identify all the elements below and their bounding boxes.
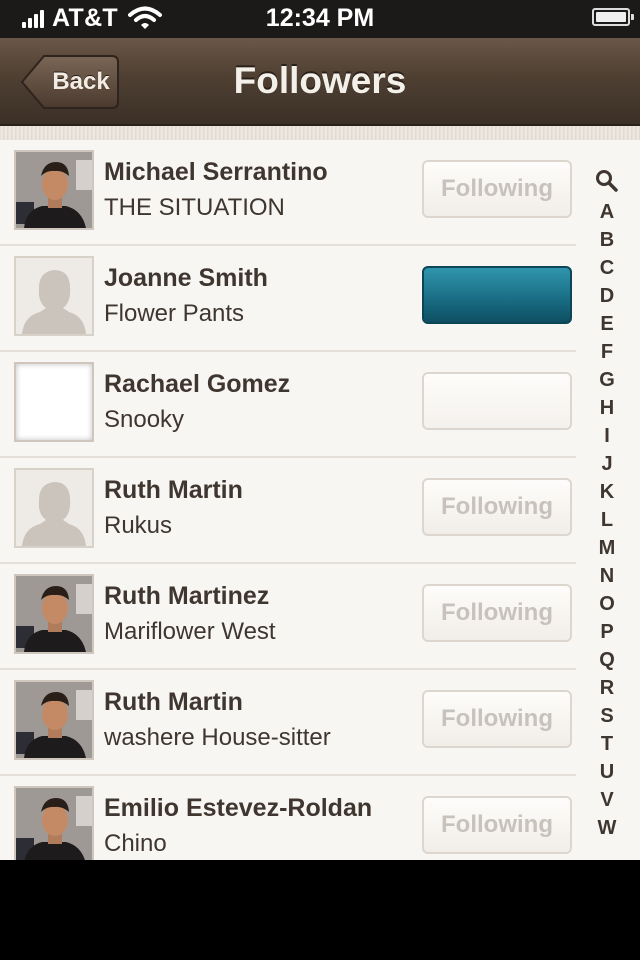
follower-name: Ruth Martin xyxy=(104,476,243,504)
avatar-photo xyxy=(14,574,94,654)
follower-row[interactable]: Ruth Martinez Mariflower West Following xyxy=(0,564,576,670)
index-letter[interactable]: F xyxy=(586,338,628,366)
follower-subtitle: Chino xyxy=(104,830,167,857)
follow-button[interactable] xyxy=(422,372,572,430)
followers-content: Michael Serrantino THE SITUATION Following… xyxy=(0,140,640,860)
follower-name: Emilio Estevez-Roldan xyxy=(104,794,373,822)
avatar-photo xyxy=(14,680,94,760)
following-button[interactable]: Following xyxy=(422,796,572,854)
follower-row[interactable]: Emilio Estevez-Roldan Chino Following xyxy=(0,776,576,860)
avatar-placeholder-icon xyxy=(14,468,94,548)
index-letter[interactable]: H xyxy=(586,394,628,422)
index-letter[interactable]: U xyxy=(586,758,628,786)
following-button[interactable]: Following xyxy=(422,478,572,536)
index-letter[interactable]: B xyxy=(586,226,628,254)
follower-subtitle: THE SITUATION xyxy=(104,194,285,221)
index-letter[interactable]: I xyxy=(586,422,628,450)
status-time: 12:34 PM xyxy=(265,4,375,32)
index-letter[interactable]: N xyxy=(586,562,628,590)
index-letter[interactable]: J xyxy=(586,450,628,478)
follower-row[interactable]: Ruth Martin washere House-sitter Following xyxy=(0,670,576,776)
status-bar: AT&T 12:34 PM xyxy=(0,0,640,38)
following-button[interactable]: Following xyxy=(422,584,572,642)
battery-icon xyxy=(592,8,634,26)
page-title: Followers xyxy=(233,60,407,101)
following-button[interactable]: Following xyxy=(422,690,572,748)
follower-row[interactable]: Ruth Martin Rukus Following xyxy=(0,458,576,564)
follow-button[interactable] xyxy=(422,266,572,324)
follower-subtitle: Flower Pants xyxy=(104,300,245,327)
follower-name: Michael Serrantino xyxy=(104,158,328,186)
avatar-photo xyxy=(14,786,94,860)
index-letter[interactable]: L xyxy=(586,506,628,534)
follower-name: Joanne Smith xyxy=(104,264,268,292)
index-letter[interactable]: Q xyxy=(586,646,628,674)
avatar-placeholder-icon xyxy=(14,256,94,336)
follower-name: Ruth Martin xyxy=(104,688,243,716)
header-fabric-divider xyxy=(0,126,640,141)
index-letter[interactable]: G xyxy=(586,366,628,394)
index-letter[interactable]: A xyxy=(586,198,628,226)
index-letter[interactable]: O xyxy=(586,590,628,618)
index-letter[interactable]: E xyxy=(586,310,628,338)
index-letter[interactable]: C xyxy=(586,254,628,282)
follower-subtitle: Mariflower West xyxy=(104,618,276,645)
follower-subtitle: Snooky xyxy=(104,406,185,433)
index-letter[interactable]: R xyxy=(586,674,628,702)
index-letter[interactable]: V xyxy=(586,786,628,814)
index-letter[interactable]: S xyxy=(586,702,628,730)
follower-row[interactable]: Michael Serrantino THE SITUATION Following xyxy=(0,140,576,246)
follower-subtitle: Rukus xyxy=(104,512,173,539)
follower-subtitle: washere House-sitter xyxy=(104,724,331,751)
follower-row[interactable]: Rachael Gomez Snooky xyxy=(0,352,576,458)
index-letter[interactable]: P xyxy=(586,618,628,646)
follower-name: Rachael Gomez xyxy=(104,370,291,398)
followers-list: Michael Serrantino THE SITUATION Following… xyxy=(0,140,576,860)
index-letter[interactable]: K xyxy=(586,478,628,506)
alphabet-index[interactable]: ABCDEFGHIJKLMNOPQRSTUVW xyxy=(586,164,628,842)
follower-row[interactable]: Joanne Smith Flower Pants xyxy=(0,246,576,352)
following-button[interactable]: Following xyxy=(422,160,572,218)
index-letter[interactable]: W xyxy=(586,814,628,842)
avatar-empty xyxy=(14,362,94,442)
index-search-icon[interactable] xyxy=(586,164,628,198)
bottom-black-area xyxy=(0,860,640,960)
navigation-bar: Back Followers xyxy=(0,38,640,126)
index-letter[interactable]: M xyxy=(586,534,628,562)
index-letter[interactable]: D xyxy=(586,282,628,310)
avatar-photo xyxy=(14,150,94,230)
follower-name: Ruth Martinez xyxy=(104,582,270,610)
index-letter[interactable]: T xyxy=(586,730,628,758)
